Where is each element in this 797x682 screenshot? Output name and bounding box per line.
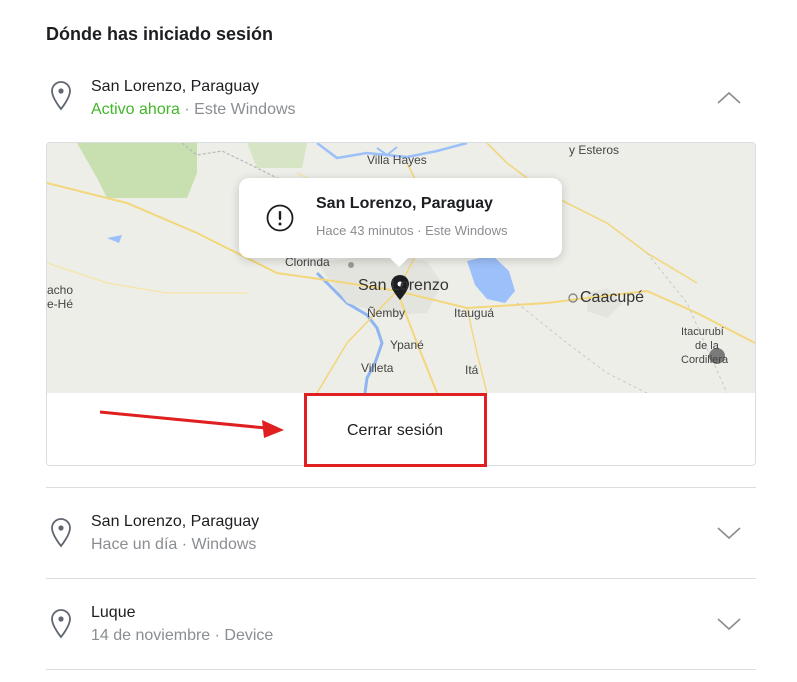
session-status-line: 14 de noviembre · Device <box>91 627 273 645</box>
session-item[interactable]: San Lorenzo, Paraguay Hace un día · Wind… <box>46 511 756 571</box>
map-label-san-lorenzo: San Lorenzo <box>358 277 449 294</box>
location-pin-icon <box>50 608 72 640</box>
map-label-y-esteros: y Esteros <box>569 143 620 157</box>
alert-circle-icon <box>265 203 295 233</box>
map-label-itacurubi: Itacurubí <box>681 326 724 338</box>
session-location: San Lorenzo, Paraguay <box>91 78 260 95</box>
chevron-down-icon[interactable] <box>716 616 742 632</box>
session-status-active: Activo ahora <box>91 101 180 118</box>
chevron-down-icon[interactable] <box>716 525 742 541</box>
location-popup: San Lorenzo, Paraguay Hace 43 minutos · … <box>239 178 562 267</box>
map-label-itacurubi-2: de la <box>695 340 719 352</box>
red-arrow-icon <box>99 410 284 438</box>
map-label-nemby: Ñemby <box>367 306 406 320</box>
logout-button[interactable]: Cerrar sesión <box>305 394 485 465</box>
session-status-line: Activo ahora · Este Windows <box>91 101 296 119</box>
session-item[interactable]: Luque 14 de noviembre · Device <box>46 602 756 662</box>
map-label-nacho: acho <box>47 283 74 297</box>
map-label-villeta: Villeta <box>361 361 394 375</box>
session-device: Este Windows <box>194 101 296 118</box>
session-time: Hace un día <box>91 536 178 553</box>
location-pin-icon <box>50 80 72 112</box>
popup-subtitle: Hace 43 minutos · Este Windows <box>316 223 508 238</box>
location-pin-icon <box>50 517 72 549</box>
session-device: Windows <box>191 536 257 553</box>
divider <box>46 487 756 488</box>
session-location: Luque <box>91 604 136 621</box>
session-item[interactable]: San Lorenzo, Paraguay Activo ahora · Est… <box>46 74 756 134</box>
session-device: Device <box>224 627 274 644</box>
separator: · <box>210 627 225 644</box>
map-label-caacupe: Caacupé <box>580 289 645 306</box>
separator: · <box>179 101 195 118</box>
map-label-villa-hayes: Villa Hayes <box>367 153 427 167</box>
map-label-ypane: Ypané <box>390 338 424 352</box>
map-label-itaugua: Itauguá <box>454 306 495 320</box>
session-location: San Lorenzo, Paraguay <box>91 513 260 530</box>
session-time: 14 de noviembre <box>91 627 211 644</box>
map-label-itacurubi-3: Cordillera <box>681 354 729 366</box>
separator: · <box>177 536 192 553</box>
divider <box>46 578 756 579</box>
map-label-ita: Itá <box>465 363 479 377</box>
chevron-up-icon[interactable] <box>716 90 742 106</box>
session-status-line: Hace un día · Windows <box>91 536 256 554</box>
divider <box>46 669 756 670</box>
page-heading: Dónde has iniciado sesión <box>46 24 274 44</box>
map-label-nacho-2: e-Hé <box>47 297 74 311</box>
popup-title: San Lorenzo, Paraguay <box>316 195 493 212</box>
session-map[interactable]: Villa Hayes y Esteros Clorinda San Loren… <box>47 143 755 393</box>
